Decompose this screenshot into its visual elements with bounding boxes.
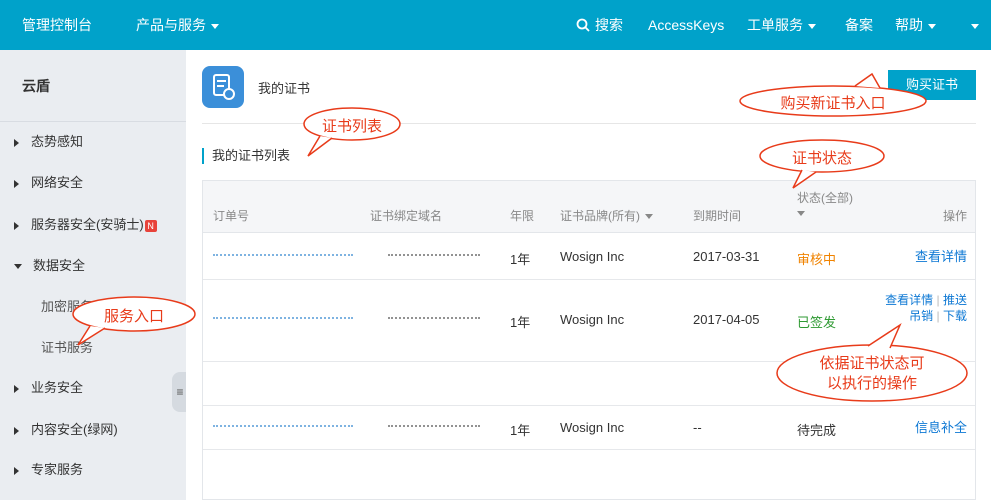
- expire-cell: 2017-03-31: [693, 249, 760, 264]
- chevron-down-icon: [971, 23, 979, 29]
- sidebar-item-label: 态势感知: [31, 134, 84, 149]
- column-header-ops: 操作: [943, 209, 968, 223]
- status-filter-label: 状态(全部): [797, 191, 853, 205]
- revoke-link[interactable]: 吊销: [909, 309, 933, 323]
- certificate-table: 订单号 证书绑定域名 年限 证书品牌(所有) 到期时间 状态(全部) 操作 1年…: [202, 180, 976, 500]
- sidebar: 云盾 态势感知 网络安全 服务器安全(安骑士) N 数据安全 加密服务 证书服务 …: [0, 50, 186, 500]
- search-button[interactable]: 搜索: [576, 0, 623, 50]
- sidebar-item-business-security[interactable]: 业务安全: [0, 368, 186, 408]
- status-badge: 审核中: [797, 252, 837, 267]
- status-badge: 已签发: [797, 315, 837, 330]
- caret-right-icon: [14, 179, 19, 188]
- chevron-down-icon: [928, 23, 936, 29]
- caret-right-icon: [14, 426, 19, 435]
- help-menu[interactable]: 帮助: [895, 0, 936, 50]
- brand-cell: Wosign Inc: [560, 420, 625, 435]
- products-menu[interactable]: 产品与服务: [136, 0, 219, 50]
- sidebar-item-content-security[interactable]: 内容安全(绿网): [0, 410, 186, 450]
- help-menu-label: 帮助: [895, 17, 923, 33]
- column-header-brand-filter[interactable]: 证书品牌(所有): [560, 207, 653, 224]
- row-actions: 查看详情 | 推送 吊销 | 下载: [885, 293, 967, 323]
- annotation-ops-line2: 以执行的操作: [826, 375, 917, 392]
- search-label: 搜索: [595, 17, 623, 33]
- certificate-logo-icon: [202, 66, 244, 108]
- table-row: 1年 Wosign Inc 2017-03-31 审核中 查看详情: [203, 234, 975, 280]
- column-header-status-filter[interactable]: 状态(全部): [797, 189, 853, 220]
- sidebar-item-label: 专家服务: [31, 462, 84, 477]
- sidebar-item-network-security[interactable]: 网络安全: [0, 163, 186, 203]
- ticket-menu-label: 工单服务: [747, 17, 803, 33]
- table-header: 订单号 证书绑定域名 年限 证书品牌(所有) 到期时间 状态(全部) 操作: [203, 181, 975, 233]
- years-cell: 1年: [510, 252, 531, 267]
- years-cell: 1年: [510, 315, 531, 330]
- expire-cell: 2017-04-05: [693, 312, 760, 327]
- years-cell: 1年: [510, 423, 531, 438]
- caret-right-icon: [14, 221, 19, 230]
- more-menu[interactable]: [966, 0, 979, 50]
- console-home-link[interactable]: 管理控制台: [22, 0, 92, 50]
- domain-redacted: [388, 425, 480, 433]
- new-badge: N: [144, 219, 157, 232]
- sidebar-item-data-security[interactable]: 数据安全: [0, 246, 186, 286]
- column-header-order: 订单号: [213, 209, 250, 223]
- top-nav-bar: 管理控制台 产品与服务 搜索 AccessKeys 工单服务 备案 帮助: [0, 0, 991, 50]
- section-title: 我的证书列表: [202, 148, 290, 164]
- view-details-link[interactable]: 查看详情: [915, 249, 967, 265]
- domain-redacted: [388, 254, 480, 262]
- sidebar-item-situation-awareness[interactable]: 态势感知: [0, 122, 186, 162]
- chevron-down-icon: [645, 214, 653, 220]
- table-row: 1年 Wosign Inc 2017-04-05 已签发 查看详情 | 推送 吊…: [203, 280, 975, 362]
- status-badge: 待完成: [797, 423, 837, 438]
- sidebar-item-label: 数据安全: [33, 258, 86, 273]
- order-number-redacted[interactable]: [213, 317, 353, 325]
- sidebar-item-label: 内容安全(绿网): [31, 422, 118, 437]
- table-row: 1年 Wosign Inc -- 待完成 信息补全: [203, 406, 975, 450]
- chevron-down-icon: [808, 23, 816, 29]
- accesskeys-link[interactable]: AccessKeys: [648, 0, 724, 50]
- brand-cell: Wosign Inc: [560, 312, 625, 327]
- sidebar-item-server-security[interactable]: 服务器安全(安骑士) N: [0, 205, 186, 245]
- expire-cell: --: [693, 420, 702, 435]
- column-header-expire: 到期时间: [693, 209, 742, 223]
- annotation-cert-list: 证书列表: [321, 118, 382, 135]
- brand-filter-label: 证书品牌(所有): [560, 209, 640, 223]
- order-number-redacted[interactable]: [213, 425, 353, 433]
- complete-info-link[interactable]: 信息补全: [915, 420, 967, 436]
- chevron-down-icon: [797, 211, 805, 217]
- push-link[interactable]: 推送: [943, 293, 967, 307]
- caret-right-icon: [14, 384, 19, 393]
- search-icon: [576, 18, 590, 32]
- annotation-service-entry: 服务入口: [103, 308, 164, 325]
- download-link[interactable]: 下载: [943, 309, 967, 323]
- products-menu-label: 产品与服务: [136, 17, 206, 33]
- annotation-cert-status: 证书状态: [791, 150, 852, 167]
- caret-right-icon: [14, 138, 19, 147]
- caret-down-icon: [14, 264, 22, 270]
- sidebar-item-certificate-service[interactable]: 证书服务: [0, 328, 186, 368]
- beian-link[interactable]: 备案: [845, 0, 873, 50]
- sidebar-item-label: 服务器安全(安骑士): [31, 217, 144, 232]
- page-title: 我的证书: [258, 81, 311, 96]
- view-details-link[interactable]: 查看详情: [885, 293, 933, 307]
- order-number-redacted[interactable]: [213, 254, 353, 262]
- sidebar-item-label: 网络安全: [31, 175, 84, 190]
- chevron-down-icon: [211, 23, 219, 29]
- collapse-icon: ≡: [176, 385, 184, 399]
- brand-cell: Wosign Inc: [560, 249, 625, 264]
- caret-right-icon: [14, 466, 19, 475]
- sidebar-item-label: 业务安全: [31, 380, 84, 395]
- ticket-menu[interactable]: 工单服务: [747, 0, 816, 50]
- sidebar-item-expert-service[interactable]: 专家服务: [0, 450, 186, 490]
- column-header-domain: 证书绑定域名: [370, 209, 443, 223]
- annotation-ops: 依据证书状态可 以执行的操作: [797, 354, 947, 394]
- column-header-years: 年限: [510, 209, 535, 223]
- annotation-ops-line1: 依据证书状态可: [819, 355, 925, 372]
- domain-redacted: [388, 317, 480, 325]
- annotation-buy-entry: 购买新证书入口: [780, 95, 886, 112]
- sidebar-title: 云盾: [0, 50, 186, 122]
